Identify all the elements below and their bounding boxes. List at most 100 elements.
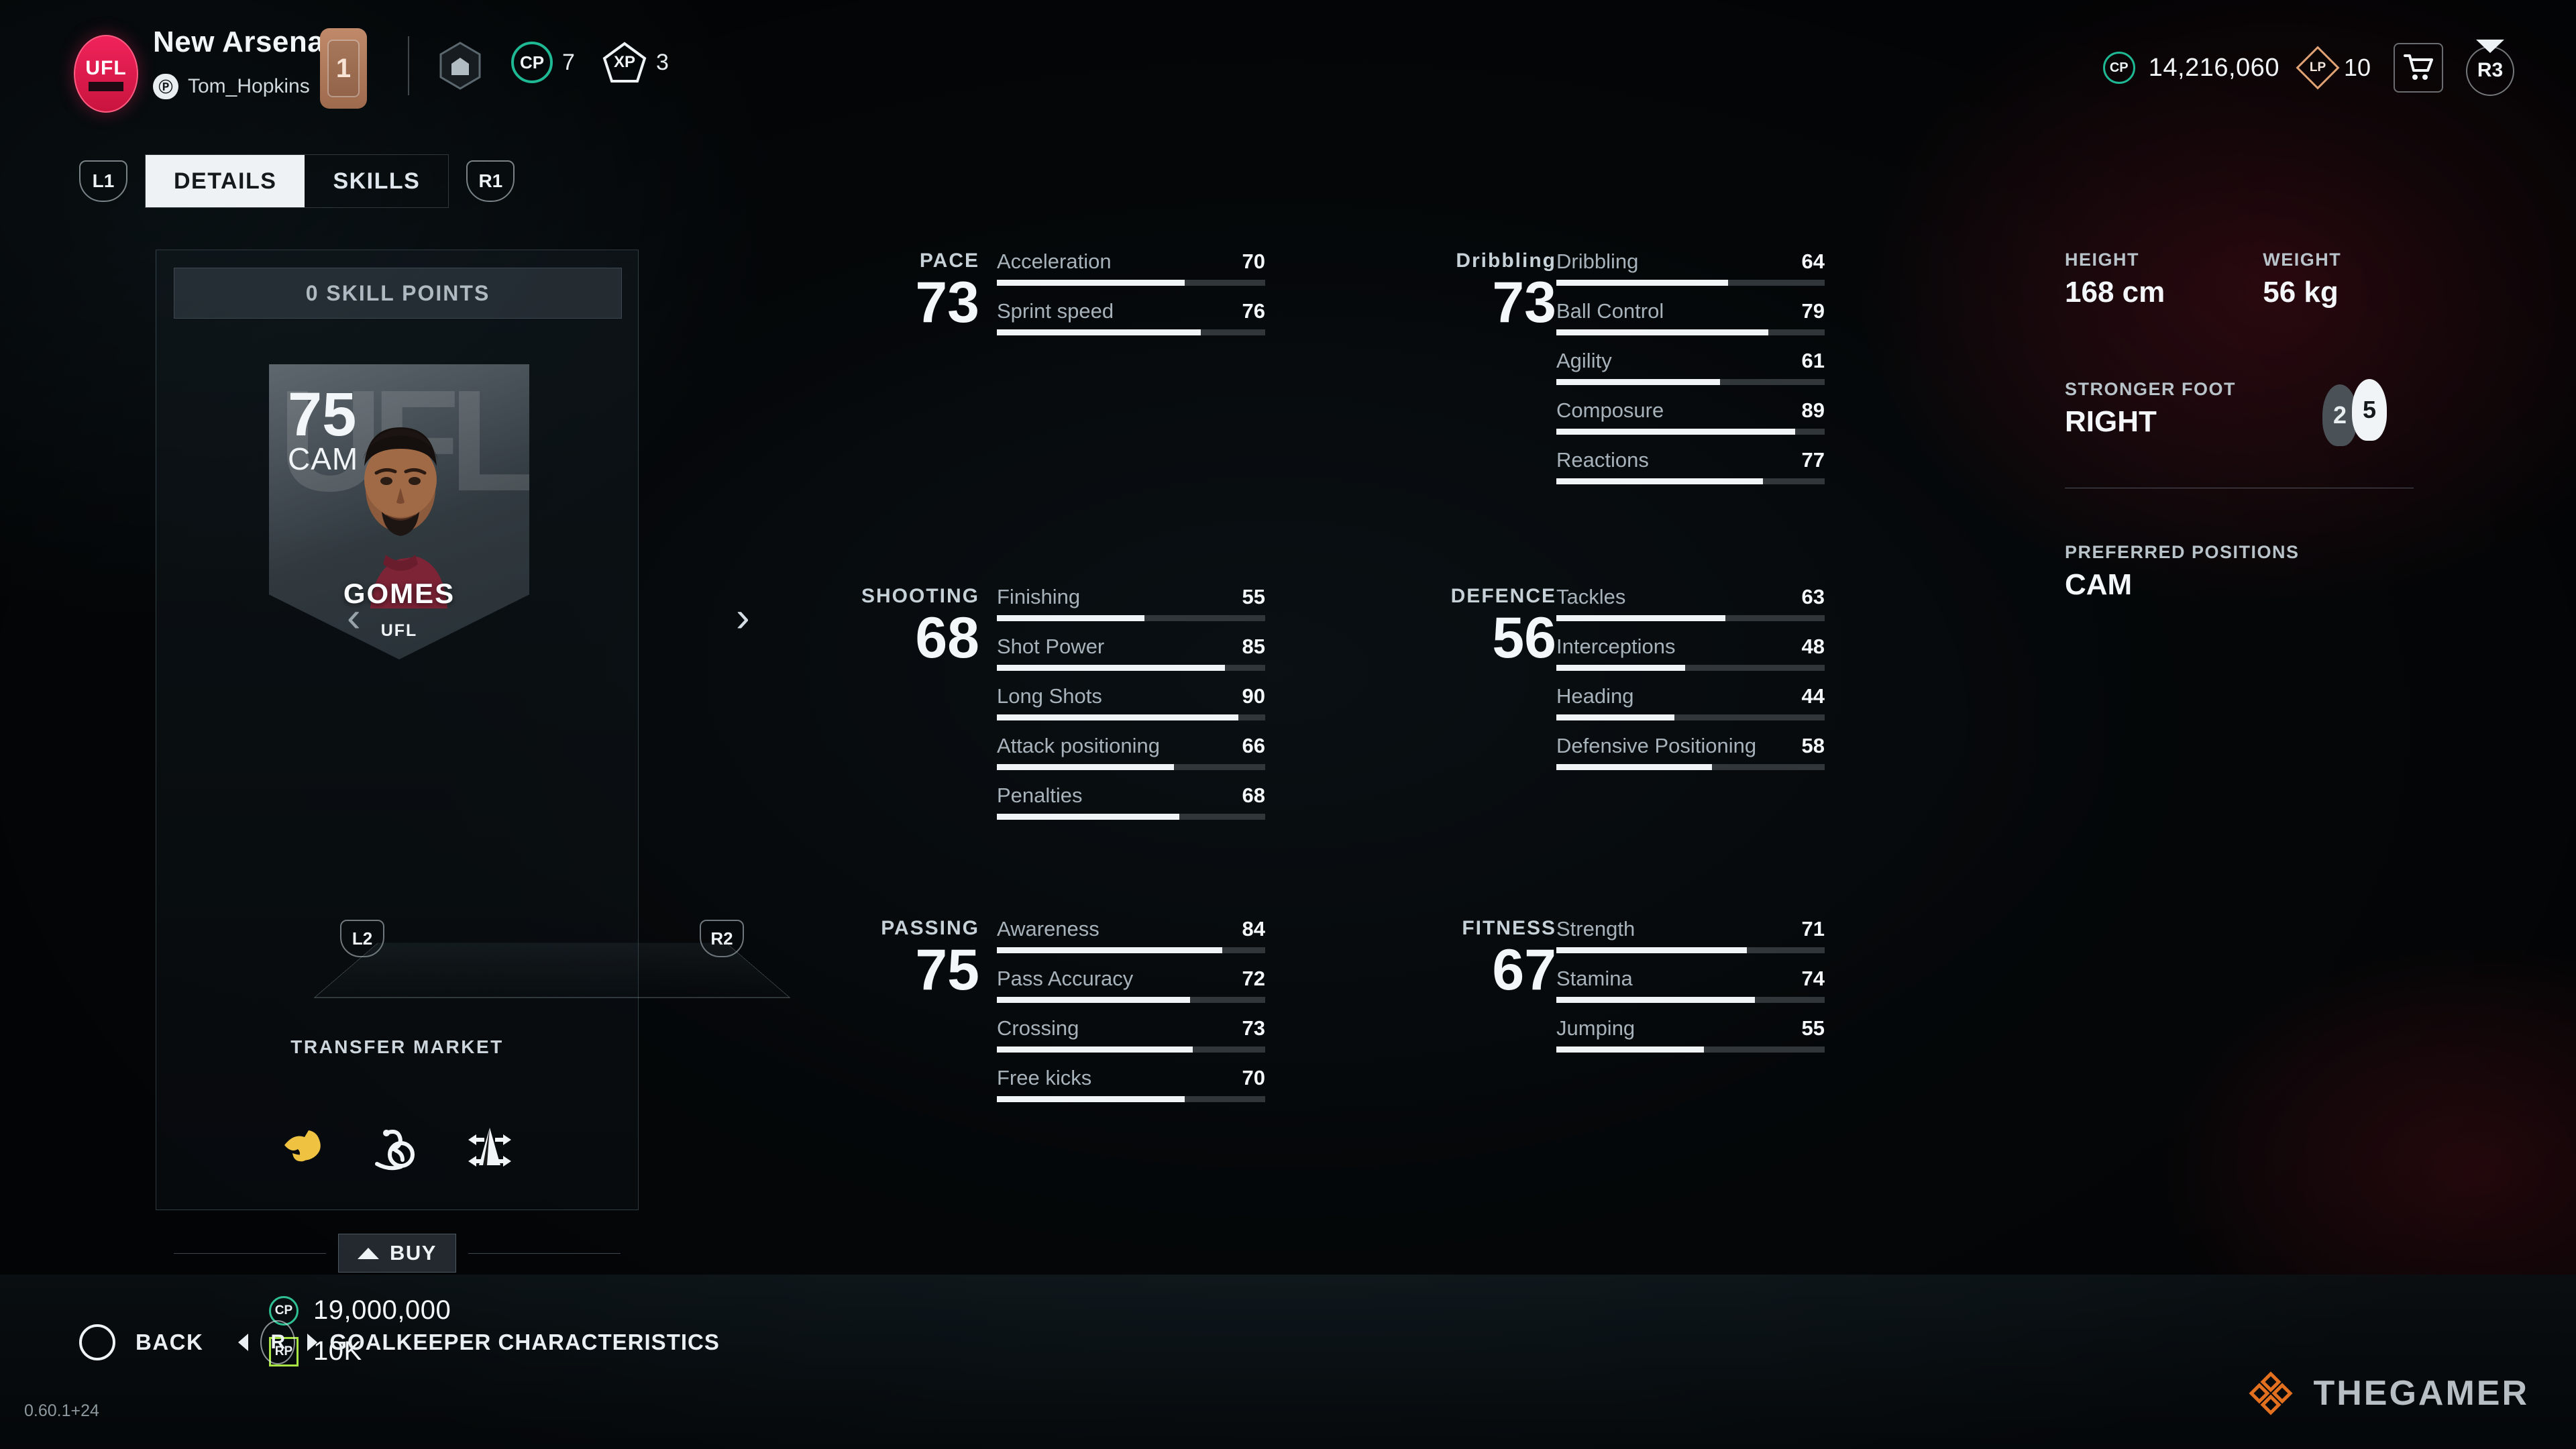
- stat-name: Defensive Positioning: [1556, 734, 1757, 757]
- preferred-positions-section: PREFERRED POSITIONS CAM: [2065, 542, 2414, 602]
- stat-bar: [1556, 997, 1825, 1003]
- shopping-cart-button[interactable]: [2394, 43, 2443, 93]
- stat-group-header: DEFENCE 56: [1389, 585, 1556, 667]
- next-player-arrow[interactable]: ›: [736, 594, 750, 641]
- stat-bar: [997, 280, 1265, 286]
- stat-bar-fill: [1556, 379, 1720, 385]
- stat-name: Composure: [1556, 398, 1664, 422]
- buy-label: BUY: [390, 1241, 437, 1265]
- card-pedestal: [313, 943, 791, 998]
- stat-bar-fill: [997, 1046, 1193, 1053]
- stat-bar-fill: [997, 1096, 1185, 1102]
- stat-bar: [997, 665, 1265, 671]
- stat-group-value: 73: [915, 270, 979, 335]
- agility-trait-icon: [464, 1122, 515, 1173]
- r3-arrow-icon: [2476, 40, 2504, 53]
- stat-row: Penalties 68: [997, 784, 1265, 820]
- tab-details[interactable]: DETAILS: [146, 155, 305, 207]
- stat-group-label: SHOOTING: [861, 585, 979, 607]
- stat-name: Penalties: [997, 784, 1083, 807]
- stat-value: 85: [1242, 635, 1265, 658]
- stat-bar: [997, 947, 1265, 953]
- height-value: 168 cm: [2065, 276, 2165, 309]
- stat-name: Awareness: [997, 917, 1099, 941]
- l1-bumper-button[interactable]: L1: [79, 160, 127, 202]
- bottom-action-bar: BACK R GOALKEEPER CHARACTERISTICS: [79, 1320, 720, 1364]
- tab-skills[interactable]: SKILLS: [305, 155, 448, 207]
- stat-rows: Strength 71 Stamina 74 Jumping 55: [1556, 917, 1825, 1066]
- r1-bumper-button[interactable]: R1: [466, 160, 515, 202]
- circle-button-icon[interactable]: [79, 1324, 115, 1360]
- stat-group-value: 73: [1492, 270, 1556, 335]
- stat-row: Sprint speed 76: [997, 299, 1265, 335]
- player-card[interactable]: UFL 75 CAM GOMES UFL: [269, 364, 529, 659]
- cp-mini-value: 7: [562, 49, 575, 75]
- tab-bar: L1 DETAILS SKILLS R1: [79, 154, 515, 208]
- stat-bar-fill: [1556, 947, 1747, 953]
- stat-rows: Awareness 84 Pass Accuracy 72 Crossing 73 Free…: [997, 917, 1265, 1116]
- r-stick-button[interactable]: R: [260, 1320, 296, 1364]
- height-label: HEIGHT: [2065, 250, 2140, 270]
- cp-icon: CP: [2102, 52, 2135, 84]
- stat-bar-fill: [997, 280, 1185, 286]
- stat-bar: [997, 615, 1265, 621]
- stat-name: Jumping: [1556, 1016, 1635, 1040]
- strength-trait-icon: [279, 1122, 330, 1173]
- stat-row: Stamina 74: [1556, 967, 1825, 1003]
- cp-amount: 14,216,060: [2148, 53, 2279, 82]
- stat-group-value: 56: [1492, 606, 1556, 670]
- player-position: CAM: [288, 441, 359, 477]
- stat-name: Heading: [1556, 684, 1634, 708]
- stat-bar: [1556, 329, 1825, 335]
- preferred-positions-value: CAM: [2065, 568, 2133, 601]
- user-row: Ⓟ Tom_Hopkins: [153, 74, 310, 99]
- back-label[interactable]: BACK: [136, 1330, 203, 1355]
- lp-icon: LP: [2296, 46, 2340, 90]
- stat-row: Agility 61: [1556, 349, 1825, 385]
- stat-group-value: 67: [1492, 938, 1556, 1002]
- skill-points-banner: 0 SKILL POINTS: [174, 268, 622, 319]
- goalkeeper-characteristics-toggle[interactable]: R GOALKEEPER CHARACTERISTICS: [238, 1320, 720, 1364]
- stat-bar: [1556, 478, 1825, 484]
- stat-group-header: PASSING 75: [825, 917, 979, 999]
- stat-group-header: Dribbling 73: [1389, 250, 1556, 331]
- player-card-panel: 0 SKILL POINTS ‹ › UFL 75: [156, 250, 791, 1366]
- stat-group-header: SHOOTING 68: [825, 585, 979, 667]
- stat-row: Reactions 77: [1556, 448, 1825, 484]
- level-value: 1: [327, 40, 360, 97]
- stat-name: Reactions: [1556, 448, 1649, 472]
- height-field: HEIGHT 168 cm: [2065, 250, 2165, 309]
- stat-row: Strength 71: [1556, 917, 1825, 953]
- height-weight-row: HEIGHT 168 cm WEIGHT 56 kg: [2065, 250, 2414, 309]
- stat-bar: [997, 329, 1265, 335]
- buy-row: BUY: [174, 1234, 621, 1273]
- lp-label: LP: [2309, 60, 2326, 74]
- stat-group-header: PACE 73: [825, 250, 979, 331]
- thegamer-logo-icon: [2249, 1371, 2293, 1415]
- stat-value: 74: [1801, 967, 1825, 990]
- stat-name: Attack positioning: [997, 734, 1160, 757]
- level-badge: 1: [320, 28, 367, 109]
- buy-rule-right: [468, 1252, 621, 1254]
- stat-value: 76: [1242, 299, 1265, 323]
- buy-button[interactable]: BUY: [338, 1234, 456, 1273]
- stat-bar: [1556, 947, 1825, 953]
- stat-name: Pass Accuracy: [997, 967, 1134, 990]
- team-name: New Arsenal: [153, 25, 333, 58]
- r3-stick-button[interactable]: R3: [2466, 40, 2514, 96]
- stat-value: 55: [1801, 1016, 1825, 1040]
- stat-name: Dribbling: [1556, 250, 1639, 273]
- tab-group: DETAILS SKILLS: [145, 154, 449, 208]
- stat-bar-fill: [997, 814, 1179, 820]
- stat-name: Agility: [1556, 349, 1612, 372]
- stat-row: Attack positioning 66: [997, 734, 1265, 770]
- stat-bar-fill: [997, 947, 1222, 953]
- stat-row: Interceptions 48: [1556, 635, 1825, 671]
- stat-bar: [1556, 379, 1825, 385]
- stat-value: 64: [1801, 250, 1825, 273]
- stat-name: Crossing: [997, 1016, 1079, 1040]
- stat-bar-fill: [1556, 764, 1712, 770]
- shot-curve-trait-icon: [372, 1122, 423, 1173]
- stat-bar: [1556, 280, 1825, 286]
- stat-value: 89: [1801, 398, 1825, 422]
